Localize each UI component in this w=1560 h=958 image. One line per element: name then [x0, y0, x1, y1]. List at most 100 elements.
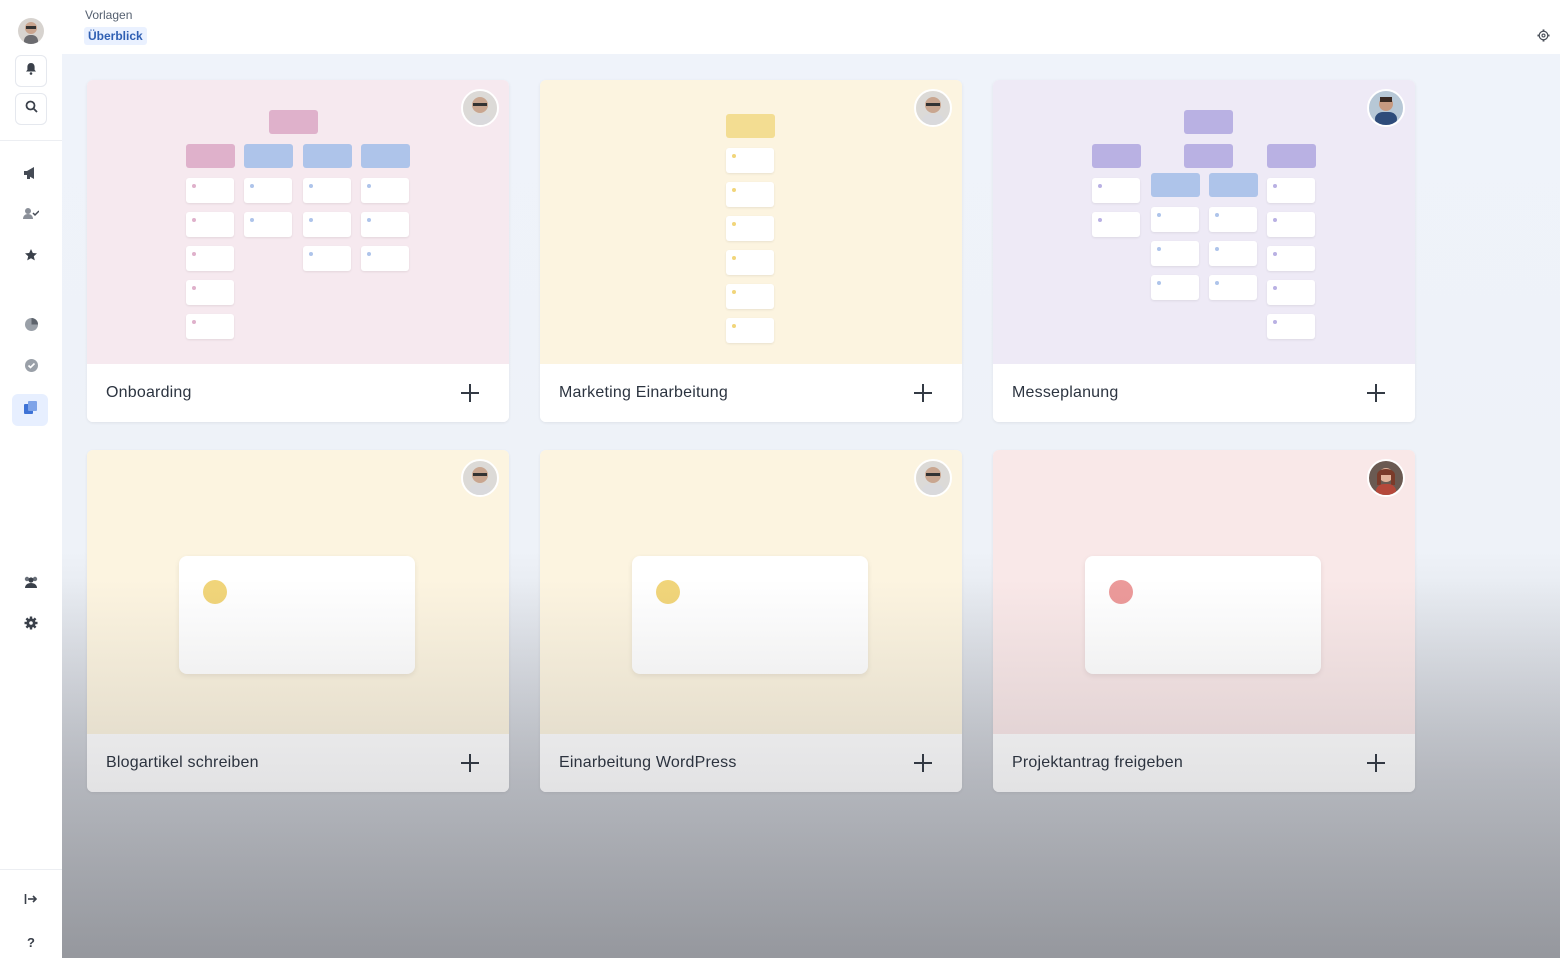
template-preview — [993, 80, 1415, 364]
preview-note — [726, 284, 774, 309]
template-title: Einarbeitung WordPress — [559, 754, 737, 771]
user-check-icon — [23, 207, 40, 225]
card-footer: Onboarding — [87, 364, 509, 422]
preview-note — [1209, 207, 1257, 232]
sidebar-item-my-tasks[interactable] — [15, 200, 47, 232]
preview-task-card — [1085, 556, 1321, 674]
preview-note — [1267, 178, 1315, 203]
sidebar-item-templates[interactable] — [12, 394, 48, 426]
templates-icon — [23, 400, 38, 420]
card-footer: Einarbeitung WordPress — [540, 734, 962, 792]
add-template-button[interactable] — [1366, 383, 1386, 403]
template-preview — [993, 450, 1415, 734]
preview-note — [186, 212, 234, 237]
template-title: Marketing Einarbeitung — [559, 384, 728, 401]
preview-column-header — [1267, 144, 1316, 168]
template-preview — [540, 450, 962, 734]
add-template-button[interactable] — [1366, 753, 1386, 773]
gear-icon — [24, 616, 38, 635]
sidebar-item-reports[interactable] — [15, 311, 47, 343]
preview-note — [361, 246, 409, 271]
preview-header-block — [1184, 110, 1233, 134]
pie-chart-icon — [24, 317, 39, 337]
owner-avatar — [461, 89, 499, 127]
preview-note — [361, 178, 409, 203]
card-footer: Projektantrag freigeben — [993, 734, 1415, 792]
preview-note — [1209, 275, 1257, 300]
preview-column-header — [1184, 144, 1233, 168]
sidebar-item-team[interactable] — [15, 568, 47, 600]
header: Vorlagen Überblick — [62, 0, 1560, 54]
check-circle-icon — [24, 358, 39, 378]
preview-note — [1151, 275, 1199, 300]
preview-column-header — [1092, 144, 1141, 168]
template-card-marketing-einarbeitung[interactable]: Marketing Einarbeitung — [540, 80, 962, 422]
preview-column-header — [726, 114, 775, 138]
star-icon — [24, 248, 39, 268]
add-template-button[interactable] — [913, 753, 933, 773]
template-card-blogartikel-schreiben[interactable]: Blogartikel schreiben — [87, 450, 509, 792]
template-title: Projektantrag freigeben — [1012, 754, 1183, 771]
preview-column-header — [303, 144, 352, 168]
preview-column-header — [186, 144, 235, 168]
logout-icon — [24, 892, 38, 910]
preview-note — [303, 246, 351, 271]
collapse-sidebar-button[interactable] — [15, 885, 47, 917]
preview-note — [726, 216, 774, 241]
help-button[interactable]: ? — [15, 926, 47, 958]
templates-grid: Onboarding Marketing Einarbeitung Messep… — [62, 54, 1560, 958]
preview-note — [1209, 241, 1257, 266]
preview-note — [244, 212, 292, 237]
card-footer: Messeplanung — [993, 364, 1415, 422]
card-footer: Blogartikel schreiben — [87, 734, 509, 792]
template-title: Messeplanung — [1012, 384, 1119, 401]
megaphone-icon — [23, 166, 39, 185]
preview-column-header — [361, 144, 410, 168]
notifications-button[interactable] — [15, 55, 47, 87]
sidebar-item-announcements[interactable] — [15, 159, 47, 191]
sidebar-item-done[interactable] — [15, 352, 47, 384]
sidebar-item-settings[interactable] — [15, 609, 47, 641]
preview-note — [1151, 241, 1199, 266]
bell-icon — [25, 62, 37, 80]
owner-avatar — [914, 89, 952, 127]
preview-note — [1092, 178, 1140, 203]
tab-overview[interactable]: Überblick — [84, 27, 147, 45]
template-preview — [87, 80, 509, 364]
template-card-projektantrag-freigeben[interactable]: Projektantrag freigeben — [993, 450, 1415, 792]
preview-note — [726, 182, 774, 207]
breadcrumb[interactable]: Vorlagen — [85, 8, 132, 22]
add-template-button[interactable] — [460, 753, 480, 773]
template-title: Onboarding — [106, 384, 192, 401]
search-button[interactable] — [15, 93, 47, 125]
template-card-messeplanung[interactable]: Messeplanung — [993, 80, 1415, 422]
settings-gear-icon[interactable] — [1537, 29, 1550, 47]
preview-subcolumn-header — [1151, 173, 1200, 197]
template-preview — [87, 450, 509, 734]
preview-note — [1267, 280, 1315, 305]
preview-header-block — [269, 110, 318, 134]
preview-note — [1267, 314, 1315, 339]
preview-task-card — [632, 556, 868, 674]
preview-task-card — [179, 556, 415, 674]
card-footer: Marketing Einarbeitung — [540, 364, 962, 422]
preview-subcolumn-header — [1209, 173, 1258, 197]
preview-note — [726, 250, 774, 275]
preview-note — [186, 246, 234, 271]
owner-avatar — [914, 459, 952, 497]
preview-note — [303, 212, 351, 237]
template-card-onboarding[interactable]: Onboarding — [87, 80, 509, 422]
preview-note — [186, 280, 234, 305]
sidebar: ? — [0, 0, 63, 958]
add-template-button[interactable] — [913, 383, 933, 403]
preview-note — [303, 178, 351, 203]
preview-note — [1267, 212, 1315, 237]
user-avatar[interactable] — [18, 18, 44, 44]
preview-note — [1267, 246, 1315, 271]
add-template-button[interactable] — [460, 383, 480, 403]
template-preview — [540, 80, 962, 364]
sidebar-item-favorites[interactable] — [15, 242, 47, 274]
template-card-einarbeitung-wordpress[interactable]: Einarbeitung WordPress — [540, 450, 962, 792]
preview-note — [1092, 212, 1140, 237]
help-icon: ? — [27, 934, 35, 950]
